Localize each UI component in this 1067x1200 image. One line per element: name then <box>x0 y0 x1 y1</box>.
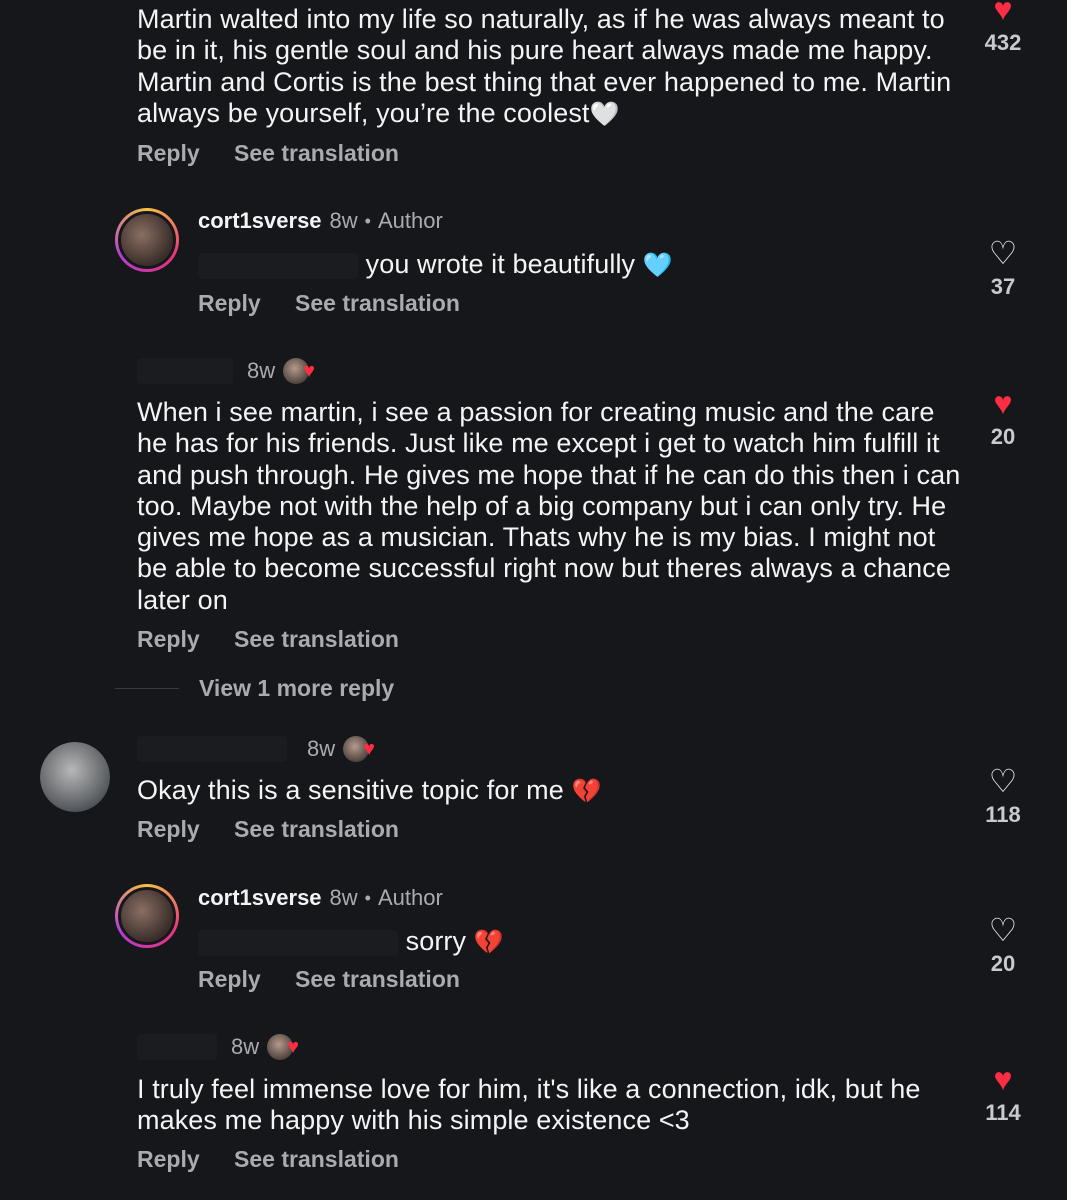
comment-text: Martin walted into my life so naturally,… <box>137 4 952 128</box>
heart-filled-icon: ♥ <box>993 385 1013 421</box>
comment-meta: 8w ♥ <box>137 1034 299 1060</box>
like-count: 432 <box>984 30 1022 55</box>
username[interactable]: cort1sverse <box>198 885 322 911</box>
see-translation-button[interactable]: See translation <box>234 626 399 652</box>
comment-text: I truly feel immense love for him, it's … <box>137 1074 921 1136</box>
avatar[interactable] <box>115 884 179 948</box>
redacted-mention <box>198 929 398 956</box>
redacted-username <box>137 736 287 762</box>
reply-button[interactable]: Reply <box>137 626 200 652</box>
see-translation-button[interactable]: See translation <box>295 290 460 316</box>
heart-outline-icon: ♡ <box>988 763 1018 799</box>
see-translation-button[interactable]: See translation <box>295 966 460 992</box>
comment-meta: 8w ♥ <box>137 736 375 762</box>
redacted-username <box>137 358 233 384</box>
like-count: 37 <box>990 274 1016 299</box>
broken-heart-emoji: 💔 <box>571 777 602 805</box>
comment-text: Okay this is a sensitive topic for me 💔 <box>137 775 602 805</box>
comment-actions: Reply See translation <box>137 140 427 167</box>
timestamp: 8w <box>247 358 276 383</box>
light-blue-heart-emoji: 🩵 <box>642 251 673 279</box>
author-badge: Author <box>377 208 443 233</box>
avatar[interactable] <box>40 742 110 812</box>
reply-button[interactable]: Reply <box>198 290 261 316</box>
see-translation-button[interactable]: See translation <box>234 140 399 166</box>
redacted-mention <box>198 252 358 279</box>
heart-filled-icon: ♥ <box>993 0 1013 27</box>
see-translation-button[interactable]: See translation <box>234 1146 399 1172</box>
white-heart-emoji: 🤍 <box>589 100 620 128</box>
heart-filled-icon: ♥ <box>993 1061 1013 1097</box>
reply-button[interactable]: Reply <box>137 1146 200 1172</box>
like-button[interactable]: ♡ 20 <box>973 913 1033 977</box>
view-more-replies[interactable]: View 1 more reply <box>115 675 394 702</box>
creator-liked-icon: ♥ <box>343 736 375 762</box>
comment-meta: cort1sverse 8w • Author <box>198 208 443 234</box>
like-button[interactable]: ♥ 432 <box>973 0 1033 56</box>
timestamp: 8w <box>329 885 358 910</box>
comment-meta: cort1sverse 8w • Author <box>198 885 443 911</box>
comment-actions: Reply See translation <box>137 626 427 653</box>
comment-actions: Reply See translation <box>137 816 427 843</box>
broken-heart-emoji: 💔 <box>473 928 504 956</box>
like-button[interactable]: ♥ 114 <box>973 1062 1033 1126</box>
comment-actions: Reply See translation <box>137 1146 427 1173</box>
comment-actions: Reply See translation <box>198 966 488 993</box>
reply-button[interactable]: Reply <box>198 966 261 992</box>
heart-outline-icon: ♡ <box>988 912 1018 948</box>
reply-button[interactable]: Reply <box>137 816 200 842</box>
like-count: 118 <box>985 802 1021 827</box>
timestamp: 8w <box>329 208 358 233</box>
redacted-username <box>137 1034 217 1060</box>
comment-meta: 8w ♥ <box>137 358 315 384</box>
divider <box>115 688 179 689</box>
comment-text: When i see martin, i see a passion for c… <box>137 397 961 615</box>
like-count: 20 <box>990 424 1016 449</box>
see-translation-button[interactable]: See translation <box>234 816 399 842</box>
comment-text: you wrote it beautifully 🩵 <box>198 249 958 280</box>
like-button[interactable]: ♥ 20 <box>973 386 1033 450</box>
comments-screen: Martin walted into my life so naturally,… <box>0 0 1067 1200</box>
view-more-label: View 1 more reply <box>199 675 395 701</box>
creator-liked-icon: ♥ <box>267 1034 299 1060</box>
separator-dot: • <box>364 210 371 231</box>
avatar[interactable] <box>115 208 179 272</box>
like-count: 114 <box>985 1100 1021 1125</box>
creator-liked-icon: ♥ <box>283 358 315 384</box>
heart-outline-icon: ♡ <box>988 235 1018 271</box>
author-badge: Author <box>377 885 443 910</box>
like-button[interactable]: ♡ 118 <box>973 764 1033 828</box>
like-count: 20 <box>990 951 1016 976</box>
separator-dot: • <box>364 887 371 908</box>
comment-text: sorry 💔 <box>198 926 958 957</box>
timestamp: 8w <box>307 736 336 761</box>
reply-button[interactable]: Reply <box>137 140 200 166</box>
comment-actions: Reply See translation <box>198 290 488 317</box>
like-button[interactable]: ♡ 37 <box>973 236 1033 300</box>
timestamp: 8w <box>231 1034 260 1059</box>
username[interactable]: cort1sverse <box>198 208 322 234</box>
